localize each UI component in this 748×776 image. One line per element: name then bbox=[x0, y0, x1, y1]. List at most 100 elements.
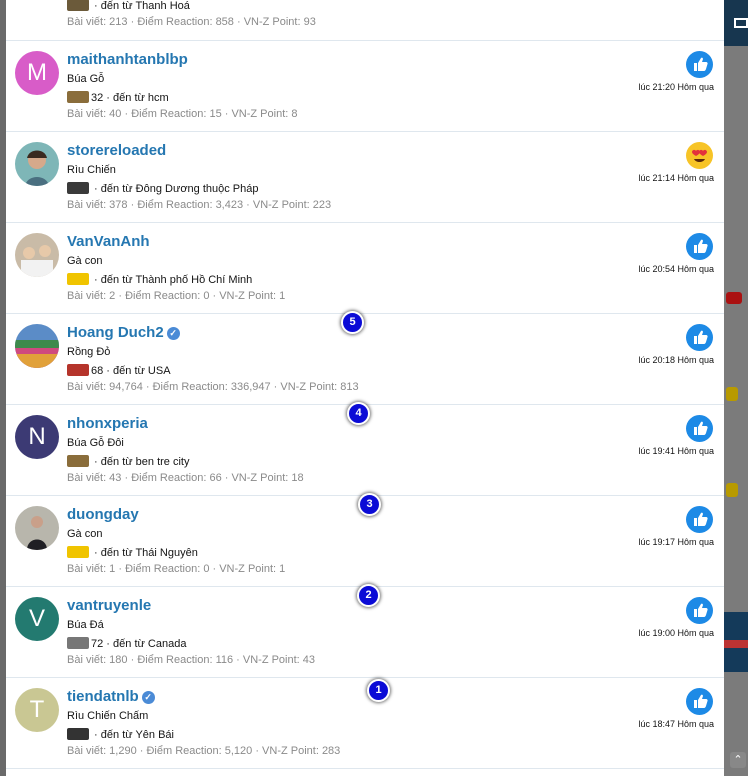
user-location-line: 72 · đến từ Canada bbox=[67, 637, 186, 650]
rank-badge-icon bbox=[67, 637, 89, 649]
reaction-time: lúc 18:47 Hôm qua bbox=[638, 719, 714, 729]
location-text: đến từ ben tre city bbox=[100, 456, 190, 468]
user-title: Gà con bbox=[67, 255, 103, 267]
user-stats: Bài viết: 1,290 · Điểm Reaction: 5,120 ·… bbox=[67, 745, 341, 757]
annotation-marker: 2 bbox=[357, 584, 380, 607]
location-text: đến từ Yên Bái bbox=[100, 729, 174, 741]
rank-badge-icon bbox=[67, 364, 89, 376]
reaction-user-row: duongday Gà con · đến từ Thái Nguyên Bài v… bbox=[6, 493, 724, 587]
user-location-line: · đến từ Thành phố Hồ Chí Minh bbox=[67, 273, 252, 286]
location-text: đến từ Canada bbox=[113, 638, 187, 650]
username-text[interactable]: tiendatnlb bbox=[67, 688, 139, 705]
user-avatar[interactable] bbox=[15, 506, 59, 550]
user-title: Búa Đá bbox=[67, 619, 104, 631]
video-thumbnail bbox=[726, 292, 742, 304]
rank-count: 68 bbox=[91, 365, 104, 377]
user-stats: Bài viết: 94,764 · Điểm Reaction: 336,94… bbox=[67, 381, 359, 393]
location-text: đến từ USA bbox=[113, 365, 171, 377]
thumbs-up-icon bbox=[686, 415, 713, 442]
user-stats: Bài viết: 378 · Điểm Reaction: 3,423 · V… bbox=[67, 199, 332, 211]
user-avatar[interactable]: N bbox=[15, 415, 59, 459]
thumbs-up-icon bbox=[686, 51, 713, 78]
username-text[interactable]: nhonxperia bbox=[67, 415, 148, 432]
thumbs-up-icon bbox=[686, 688, 713, 715]
user-avatar[interactable]: V bbox=[15, 597, 59, 641]
reaction-time: lúc 20:18 Hôm qua bbox=[638, 355, 714, 365]
reaction-user-row: Vvantruyenle Búa Đá 72 · đến từ Canada Bài … bbox=[6, 584, 724, 678]
thread-prefix-icon bbox=[726, 483, 738, 497]
username-link[interactable]: Hoang Duch2 ✓ bbox=[67, 324, 180, 341]
rank-count: 72 bbox=[91, 638, 104, 650]
username-link[interactable]: tiendatnlb ✓ bbox=[67, 688, 155, 705]
thumbs-up-icon bbox=[686, 506, 713, 533]
username-link[interactable]: maithanhtanblbp bbox=[67, 51, 188, 68]
user-avatar[interactable] bbox=[15, 142, 59, 186]
rank-badge-icon bbox=[67, 455, 89, 467]
user-title: Rồng Đỏ bbox=[67, 346, 111, 358]
reactions-list-panel[interactable]: · đến từ Thanh Hoá Bài viết: 213 · Điểm R… bbox=[6, 0, 724, 776]
user-stats: Bài viết: 43 · Điểm Reaction: 66 · VN-Z … bbox=[67, 472, 304, 484]
location-text: đến từ Thanh Hoá bbox=[100, 0, 190, 12]
username-text[interactable]: duongday bbox=[67, 506, 139, 523]
rank-badge-icon bbox=[67, 728, 89, 740]
reaction-user-row: Hoang Duch2 ✓ Rồng Đỏ 68 · đến từ USA Bài vi… bbox=[6, 311, 724, 405]
thumbs-up-icon bbox=[686, 324, 713, 351]
user-avatar[interactable]: M bbox=[15, 51, 59, 95]
annotation-marker: 3 bbox=[358, 493, 381, 516]
user-title: Rìu Chiến Chấm bbox=[67, 710, 149, 722]
user-title: Rìu Chiến bbox=[67, 164, 116, 176]
user-stats: Bài viết: 180 · Điểm Reaction: 116 · VN-… bbox=[67, 654, 316, 666]
reaction-time: lúc 19:17 Hôm qua bbox=[638, 537, 714, 547]
reaction-time: lúc 21:14 Hôm qua bbox=[638, 173, 714, 183]
rank-badge-icon bbox=[67, 0, 89, 11]
user-stats: Bài viết: 40 · Điểm Reaction: 15 · VN-Z … bbox=[67, 108, 298, 120]
username-link[interactable]: vantruyenle bbox=[67, 597, 151, 614]
username-link[interactable]: VanVanAnh bbox=[67, 233, 150, 250]
reaction-user-row: Nnhonxperia Búa Gỗ Đôi · đến từ ben tre c… bbox=[6, 402, 724, 496]
username-link[interactable]: storereloaded bbox=[67, 142, 166, 159]
user-avatar[interactable] bbox=[15, 233, 59, 277]
user-title: Búa Gỗ bbox=[67, 73, 105, 85]
thumbs-up-icon bbox=[686, 233, 713, 260]
user-location-line: · đến từ ben tre city bbox=[67, 455, 189, 468]
username-text[interactable]: maithanhtanblbp bbox=[67, 51, 188, 68]
username-text[interactable]: vantruyenle bbox=[67, 597, 151, 614]
rank-count: 32 bbox=[91, 92, 104, 104]
user-location-line: · đến từ Yên Bái bbox=[67, 728, 174, 741]
reaction-user-row: · đến từ Thanh Hoá Bài viết: 213 · Điểm R… bbox=[6, 0, 724, 41]
annotation-marker: 4 bbox=[347, 402, 370, 425]
user-stats: Bài viết: 213 · Điểm Reaction: 858 · VN-… bbox=[67, 16, 316, 28]
user-location-line: · đến từ Thanh Hoá bbox=[67, 0, 190, 12]
annotation-marker: 1 bbox=[367, 679, 390, 702]
username-text[interactable]: VanVanAnh bbox=[67, 233, 150, 250]
ad-banner[interactable] bbox=[724, 612, 748, 672]
rank-badge-icon bbox=[67, 182, 89, 194]
user-avatar[interactable] bbox=[15, 324, 59, 368]
user-location-line: 32 · đến từ hcm bbox=[67, 91, 169, 104]
reaction-user-row: storereloaded Rìu Chiến · đến từ Đông Dươ… bbox=[6, 132, 724, 223]
site-header-bar bbox=[724, 0, 748, 46]
location-text: đến từ Đông Dương thuộc Pháp bbox=[100, 183, 259, 195]
username-text[interactable]: Hoang Duch2 bbox=[67, 324, 164, 341]
rank-badge-icon bbox=[67, 546, 89, 558]
rank-badge-icon bbox=[67, 273, 89, 285]
scroll-top-chevron-icon[interactable]: ⌃ bbox=[730, 752, 746, 768]
reaction-time: lúc 19:00 Hôm qua bbox=[638, 628, 714, 638]
username-link[interactable]: duongday bbox=[67, 506, 139, 523]
mail-icon[interactable] bbox=[734, 18, 748, 28]
reaction-user-row: Mmaithanhtanblbp Búa Gỗ 32 · đến từ hcm Bài… bbox=[6, 41, 724, 132]
username-link[interactable]: nhonxperia bbox=[67, 415, 148, 432]
thumbs-up-icon bbox=[686, 597, 713, 624]
user-avatar[interactable]: T bbox=[15, 688, 59, 732]
location-text: đến từ hcm bbox=[113, 92, 169, 104]
background-page-right-edge: ⌃ bbox=[724, 0, 748, 776]
user-location-line: 68 · đến từ USA bbox=[67, 364, 171, 377]
rank-badge-icon bbox=[67, 91, 89, 103]
user-stats: Bài viết: 2 · Điểm Reaction: 0 · VN-Z Po… bbox=[67, 290, 286, 302]
reaction-time: lúc 20:54 Hôm qua bbox=[638, 264, 714, 274]
username-text[interactable]: storereloaded bbox=[67, 142, 166, 159]
user-title: Búa Gỗ Đôi bbox=[67, 437, 124, 449]
location-text: đến từ Thành phố Hồ Chí Minh bbox=[100, 274, 253, 286]
user-location-line: · đến từ Thái Nguyên bbox=[67, 546, 198, 559]
user-location-line: · đến từ Đông Dương thuộc Pháp bbox=[67, 182, 259, 195]
